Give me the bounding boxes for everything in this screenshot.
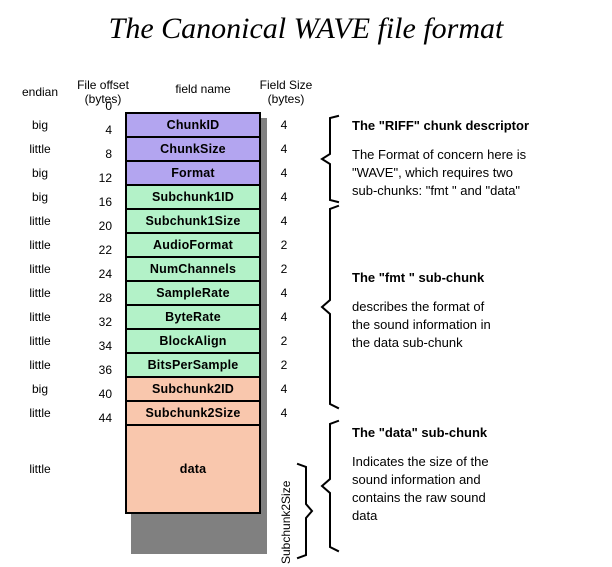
file-offset-16: 16 (98, 195, 112, 209)
field-name-label: SampleRate (156, 286, 230, 300)
endian-label-blockalign: little (29, 334, 51, 348)
field-name-label: Subchunk2ID (151, 382, 235, 396)
field-name-label: Subchunk1Size (145, 214, 241, 228)
field-row-samplerate: SampleRate (125, 280, 261, 306)
file-offset-40: 40 (98, 387, 112, 401)
column-header-field-size: Field Size (bytes) (240, 78, 332, 106)
column-header-field-size-line2: (bytes) (267, 92, 305, 106)
endian-label-chunkid: big (31, 118, 48, 132)
field-size-numchannels: 2 (280, 262, 288, 276)
field-row-numchannels: NumChannels (125, 256, 261, 282)
endian-label-bitspersample: little (29, 358, 51, 372)
file-offset-36: 36 (98, 363, 112, 377)
field-row-chunkid: ChunkID (125, 112, 261, 138)
field-size-byterate: 4 (280, 310, 288, 324)
page-title: The Canonical WAVE file format (108, 12, 504, 45)
endian-label-chunksize: little (29, 142, 51, 156)
annotation-data-line-3: contains the raw sound (352, 490, 486, 505)
annotation-data-line-4: data (352, 508, 378, 523)
field-row-format: Format (125, 160, 261, 186)
field-row-audioformat: AudioFormat (125, 232, 261, 258)
endian-label-byterate: little (29, 310, 51, 324)
brace-data (320, 419, 340, 553)
field-name-label: ChunkSize (160, 142, 226, 156)
annotation-riff-body: The Format of concern here is "WAVE", wh… (352, 146, 604, 200)
field-row-bitspersample: BitsPerSample (125, 352, 261, 378)
field-size-subchunk1size: 4 (280, 214, 288, 228)
brace-fmt (320, 204, 340, 410)
annotation-data-line-1: Indicates the size of the (352, 454, 489, 469)
field-size-subchunk2id: 4 (280, 382, 288, 396)
annotation-data-body: Indicates the size of the sound informat… (352, 453, 604, 525)
annotation-fmt-chunk: The "fmt " sub-chunk describes the forma… (352, 270, 604, 352)
annotation-fmt-body: describes the format of the sound inform… (352, 298, 604, 352)
field-name-label: Subchunk2Size (145, 406, 241, 420)
file-offset-12: 12 (98, 171, 112, 185)
endian-label-format: big (31, 166, 48, 180)
annotation-data-title: The "data" sub-chunk (352, 425, 488, 440)
file-offset-34: 34 (98, 339, 112, 353)
field-name-label: ByteRate (165, 310, 221, 324)
file-offset-8: 8 (105, 147, 112, 161)
field-name-label: AudioFormat (153, 238, 233, 252)
endian-label-data: little (29, 462, 51, 476)
annotation-data-chunk: The "data" sub-chunk Indicates the size … (352, 425, 604, 525)
endian-label-subchunk1id: big (31, 190, 48, 204)
file-offset-20: 20 (98, 219, 112, 233)
field-size-samplerate: 4 (280, 286, 288, 300)
file-offset-44: 44 (98, 411, 112, 425)
annotation-riff-line-2: "WAVE", which requires two (352, 165, 513, 180)
brace-riff (320, 114, 340, 204)
column-header-field-size-line1: Field Size (259, 78, 313, 92)
field-size-chunkid: 4 (280, 118, 288, 132)
annotation-fmt-line-1: describes the format of (352, 299, 485, 314)
annotation-fmt-line-3: the data sub-chunk (352, 335, 463, 350)
endian-label-subchunk1size: little (29, 214, 51, 228)
field-size-chunksize: 4 (280, 142, 288, 156)
endian-label-numchannels: little (29, 262, 51, 276)
field-row-data: data (125, 424, 261, 514)
annotation-data-line-2: sound information and (352, 472, 481, 487)
field-name-label: ChunkID (166, 118, 220, 132)
file-offset-28: 28 (98, 291, 112, 305)
annotation-riff-line-1: The Format of concern here is (352, 147, 527, 162)
endian-label-samplerate: little (29, 286, 51, 300)
field-size-audioformat: 2 (280, 238, 288, 252)
subchunk2size-vertical-text: Subchunk2Size (279, 480, 293, 564)
field-row-byterate: ByteRate (125, 304, 261, 330)
annotation-riff-line-3: sub-chunks: "fmt " and "data" (352, 183, 521, 198)
field-name-label: BlockAlign (159, 334, 227, 348)
field-row-subchunk2size: Subchunk2Size (125, 400, 261, 426)
field-size-subchunk2size: 4 (280, 406, 288, 420)
brace-subchunk2size (296, 462, 314, 560)
field-size-subchunk1id: 4 (280, 190, 288, 204)
field-row-subchunk1id: Subchunk1ID (125, 184, 261, 210)
file-offset-4: 4 (105, 123, 112, 137)
endian-label-audioformat: little (29, 238, 51, 252)
field-name-label: Subchunk1ID (151, 190, 235, 204)
field-name-label: Format (171, 166, 215, 180)
field-row-blockalign: BlockAlign (125, 328, 261, 354)
annotation-fmt-title: The "fmt " sub-chunk (352, 270, 485, 285)
file-offset-0: 0 (105, 99, 112, 113)
file-offset-22: 22 (98, 243, 112, 257)
field-name-label: NumChannels (149, 262, 237, 276)
annotation-riff-title: The "RIFF" chunk descriptor (352, 118, 530, 133)
endian-label-subchunk2id: big (31, 382, 48, 396)
field-size-blockalign: 2 (280, 334, 288, 348)
subchunk2size-vertical-label: Subchunk2Size (265, 460, 293, 564)
field-name-label: data (179, 462, 207, 476)
annotation-fmt-line-2: the sound information in (352, 317, 491, 332)
column-header-file-offset-line1: File offset (77, 78, 129, 92)
file-offset-32: 32 (98, 315, 112, 329)
annotation-riff-chunk: The "RIFF" chunk descriptor The Format o… (352, 118, 604, 200)
field-row-subchunk2id: Subchunk2ID (125, 376, 261, 402)
field-row-chunksize: ChunkSize (125, 136, 261, 162)
field-name-label: BitsPerSample (147, 358, 239, 372)
field-row-subchunk1size: Subchunk1Size (125, 208, 261, 234)
field-size-bitspersample: 2 (280, 358, 288, 372)
endian-label-subchunk2size: little (29, 406, 51, 420)
field-size-format: 4 (280, 166, 288, 180)
file-offset-24: 24 (98, 267, 112, 281)
